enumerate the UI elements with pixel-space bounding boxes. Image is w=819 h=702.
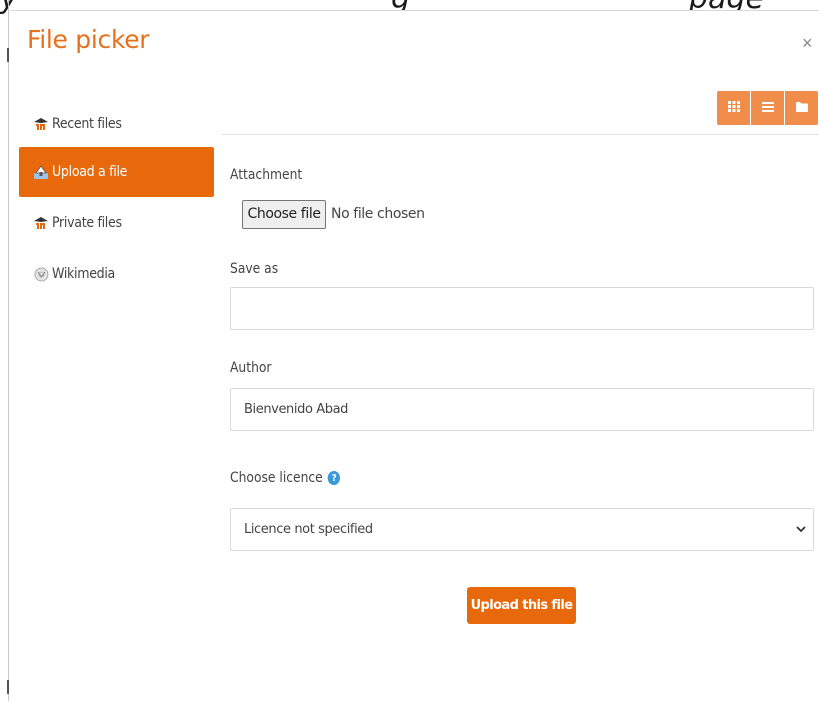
chevron-down-icon <box>795 523 807 535</box>
background-text-middle: g <box>391 0 410 14</box>
author-input[interactable]: Bienvenido Abad <box>230 388 814 431</box>
folder-view-button[interactable] <box>785 91 818 125</box>
sidebar-item-label: Upload a file <box>52 164 128 180</box>
moodle-icon <box>33 116 49 132</box>
licence-selected-value: Licence not specified <box>244 522 373 537</box>
close-icon: × <box>802 33 813 53</box>
help-icon[interactable]: ? <box>328 471 341 485</box>
sidebar-item-label: Wikimedia <box>52 266 115 282</box>
licence-select[interactable]: Licence not specified <box>230 508 814 551</box>
background-text-right: page <box>689 0 764 14</box>
view-toolbar <box>717 91 818 125</box>
save-as-label: Save as <box>230 261 279 277</box>
close-button[interactable]: × <box>802 33 813 54</box>
sidebar-item-recent-files[interactable]: Recent files <box>19 99 214 149</box>
moodle-icon <box>33 215 49 231</box>
upload-icon <box>33 164 49 180</box>
grid-view-button[interactable] <box>717 91 750 125</box>
sidebar-item-wikimedia[interactable]: Wikimedia <box>19 249 214 299</box>
sidebar-item-label: Private files <box>52 215 122 231</box>
licence-label: Choose licence? <box>230 470 341 486</box>
no-file-text: No file chosen <box>331 206 425 222</box>
page-left-edge <box>8 0 9 701</box>
licence-label-text: Choose licence <box>230 470 323 486</box>
file-picker-dialog: File picker × Recent files Upload a file… <box>10 10 819 702</box>
sidebar-item-label: Recent files <box>52 116 122 132</box>
dialog-title: File picker <box>27 25 150 54</box>
sidebar-item-upload-a-file[interactable]: Upload a file <box>19 147 214 197</box>
attachment-file-input: Choose file No file chosen <box>242 199 425 229</box>
list-view-icon <box>761 99 774 117</box>
folder-view-icon <box>795 99 808 117</box>
attachment-label: Attachment <box>230 167 303 183</box>
upload-this-file-button[interactable]: Upload this file <box>467 587 576 624</box>
save-as-input[interactable] <box>230 287 814 330</box>
wikimedia-icon <box>33 266 49 282</box>
page-edge-tick <box>7 680 9 694</box>
choose-file-button[interactable]: Choose file <box>242 199 326 229</box>
list-view-button[interactable] <box>751 91 784 125</box>
page-edge-tick <box>7 48 9 62</box>
toolbar-divider <box>222 134 819 135</box>
grid-view-icon <box>727 99 740 117</box>
sidebar-item-private-files[interactable]: Private files <box>19 198 214 248</box>
author-label: Author <box>230 360 272 376</box>
